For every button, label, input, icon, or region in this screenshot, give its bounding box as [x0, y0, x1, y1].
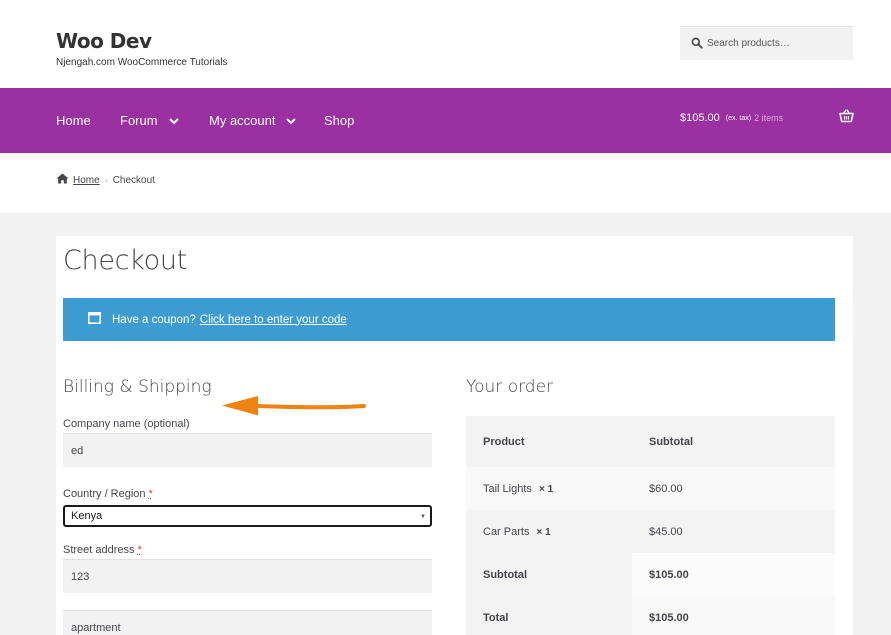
search-input[interactable] — [707, 38, 847, 49]
order-item-name: Tail Lights — [483, 483, 532, 495]
page-title: Checkout — [63, 245, 187, 276]
nav-item-label: Home — [56, 113, 91, 128]
breadcrumb: Home › Checkout — [56, 173, 155, 187]
search-icon — [691, 37, 705, 51]
order-item-row: Tail Lights × 1 $60.00 — [466, 467, 835, 510]
order-item-subtotal: $60.00 — [649, 483, 683, 495]
total-label: Total — [483, 612, 508, 624]
coupon-notice: Have a coupon? Click here to enter your … — [63, 298, 835, 341]
order-item-qty: × 1 — [537, 527, 551, 538]
coupon-text: Have a coupon? — [112, 314, 196, 326]
order-subtotal-row: Subtotal $105.00 — [466, 553, 835, 596]
subtotal-label: Subtotal — [483, 569, 527, 581]
street-address-field[interactable]: 123 — [63, 559, 432, 593]
cart-item-count: 2 items — [754, 113, 783, 123]
order-table-header: Product Subtotal — [466, 416, 835, 467]
basket-icon[interactable] — [839, 109, 854, 123]
column-header-product: Product — [483, 436, 525, 448]
site-title[interactable]: Woo Dev — [56, 29, 152, 53]
order-item-product: Tail Lights × 1 — [483, 483, 553, 495]
breadcrumb-home-link[interactable]: Home — [73, 175, 100, 186]
country-label: Country / Region * — [63, 488, 153, 500]
annotation-arrow — [218, 393, 368, 424]
window-icon — [88, 312, 101, 327]
nav-item-shop[interactable]: Shop — [324, 88, 354, 153]
nav-item-home[interactable]: Home — [56, 88, 91, 153]
country-select[interactable]: Kenya ▼ — [63, 505, 432, 527]
street-address-label-text: Street address — [63, 544, 135, 556]
order-item-product: Car Parts × 1 — [483, 526, 551, 538]
company-name-label: Company name (optional) — [63, 418, 190, 430]
nav-item-label: My account — [209, 113, 275, 128]
order-item-row: Car Parts × 1 $45.00 — [466, 510, 835, 553]
required-mark: * — [149, 488, 153, 500]
chevron-down-icon[interactable] — [286, 113, 296, 128]
required-mark: * — [138, 544, 142, 556]
caret-down-icon: ▼ — [420, 514, 426, 520]
street-address-value: 123 — [71, 571, 89, 583]
cart-tax-note: (ex. tax) — [726, 115, 751, 122]
company-name-value: ed — [71, 445, 83, 457]
cart-amount: $105.00 — [680, 112, 720, 124]
street-address-2-field[interactable]: apartment — [63, 610, 432, 635]
site-tagline: Njengah.com WooCommerce Tutorials — [56, 57, 228, 68]
primary-navigation: Home Forum My account Shop $105.00 (ex. … — [0, 88, 891, 153]
nav-item-label: Forum — [120, 113, 158, 128]
subtotal-value: $105.00 — [649, 569, 689, 581]
header-cart[interactable]: $105.00 (ex. tax) 2 items — [680, 88, 783, 148]
street-address-label: Street address * — [63, 544, 142, 556]
breadcrumb-separator: › — [105, 175, 108, 185]
search-box[interactable] — [680, 26, 853, 60]
coupon-link[interactable]: Click here to enter your code — [200, 314, 347, 326]
order-item-subtotal: $45.00 — [649, 526, 683, 538]
order-item-name: Car Parts — [483, 526, 529, 538]
country-select-value: Kenya — [71, 510, 102, 522]
column-header-subtotal: Subtotal — [649, 436, 693, 448]
order-heading: Your order — [466, 377, 553, 397]
billing-heading: Billing & Shipping — [63, 377, 212, 397]
company-name-field[interactable]: ed — [63, 433, 432, 467]
home-icon — [56, 173, 69, 187]
total-value: $105.00 — [649, 612, 689, 624]
country-label-text: Country / Region — [63, 488, 146, 500]
nav-item-my-account[interactable]: My account — [209, 88, 296, 153]
chevron-down-icon[interactable] — [169, 113, 179, 128]
breadcrumb-current: Checkout — [113, 175, 155, 186]
site-header: Woo Dev Njengah.com WooCommerce Tutorial… — [0, 0, 891, 88]
order-total-row: Total $105.00 — [466, 596, 835, 635]
order-item-qty: × 1 — [539, 484, 553, 495]
street-address-2-value: apartment — [71, 622, 121, 634]
nav-item-label: Shop — [324, 113, 354, 128]
nav-item-forum[interactable]: Forum — [120, 88, 179, 153]
